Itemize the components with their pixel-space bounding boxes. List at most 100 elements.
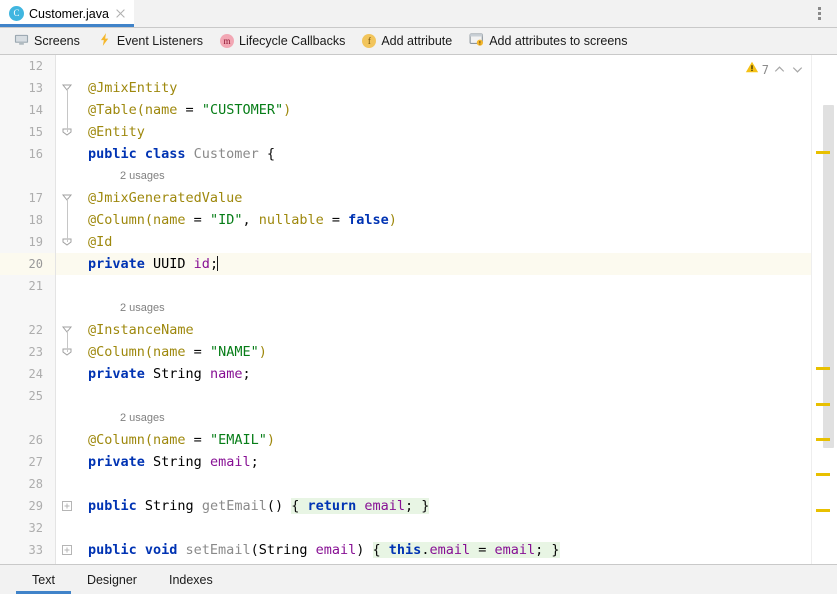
code-token: ; xyxy=(242,366,251,382)
tab-designer-label: Designer xyxy=(86,572,137,587)
code-token: String xyxy=(153,366,210,382)
code-token: name xyxy=(144,102,178,118)
line-number-26: 26 xyxy=(0,429,55,451)
toolbar-item-add-attributes-to-screens[interactable]: Add attributes to screens xyxy=(469,32,628,50)
code-line-16: public class Customer { xyxy=(78,143,837,165)
code-text-area[interactable]: @JmixEntity @Table(name = "CUSTOMER") @Ent… xyxy=(78,55,837,564)
line-number-23: 23 xyxy=(0,341,55,363)
code-token: getEmail xyxy=(201,498,267,514)
code-token: public void xyxy=(88,542,186,558)
line-number-label: 17 xyxy=(28,191,43,205)
line-number-gutter[interactable]: 12 13 14 15 16 17 18 19 20 21 22 23 24 25 26 27 28 29 32 33 xyxy=(0,55,56,564)
code-folding-gutter[interactable] xyxy=(56,55,78,564)
warning-marker-4[interactable] xyxy=(816,438,830,442)
code-token: ; xyxy=(250,454,259,470)
code-token: email xyxy=(209,454,251,470)
line-number-blank xyxy=(0,407,55,429)
line-number-label: 15 xyxy=(28,125,43,139)
line-number-33: 33 xyxy=(0,539,55,561)
fold-slot xyxy=(56,429,78,451)
warning-triangle-icon xyxy=(745,60,759,79)
editor-tab-bar: C Customer.java xyxy=(0,0,837,28)
toolbar-item-lifecycle-callbacks[interactable]: m Lifecycle Callbacks xyxy=(220,34,345,48)
tab-text-label: Text xyxy=(32,572,55,587)
fold-region-line xyxy=(67,330,68,352)
code-token: email xyxy=(315,542,357,558)
tab-indexes[interactable]: Indexes xyxy=(153,565,229,594)
vertical-scrollbar-thumb[interactable] xyxy=(823,105,834,449)
toolbar-item-lifecycle-callbacks-label: Lifecycle Callbacks xyxy=(239,34,346,48)
warning-marker-5[interactable] xyxy=(816,473,830,477)
editor-marker-scrollbar[interactable] xyxy=(811,55,837,564)
line-number-16: 16 xyxy=(0,143,55,165)
code-token: UUID xyxy=(153,256,194,272)
tab-text[interactable]: Text xyxy=(16,565,71,594)
code-token: @Column( xyxy=(88,432,154,448)
fold-slot xyxy=(56,297,78,319)
code-token: @InstanceName xyxy=(88,322,194,338)
tab-designer[interactable]: Designer xyxy=(71,565,153,594)
fold-slot[interactable] xyxy=(56,495,78,517)
line-number-label: 28 xyxy=(28,477,43,491)
code-line-24: private String name; xyxy=(78,363,837,385)
line-number-13: 13 xyxy=(0,77,55,99)
toolbar-item-screens[interactable]: Screens xyxy=(14,32,80,50)
code-token: email xyxy=(429,542,471,558)
expand-plus-icon[interactable] xyxy=(61,500,73,512)
warning-marker-1[interactable] xyxy=(816,150,830,154)
code-token: name xyxy=(153,432,186,448)
toolbar-item-event-listeners-label: Event Listeners xyxy=(116,34,204,48)
code-token: = xyxy=(185,212,210,228)
warning-marker-6[interactable] xyxy=(816,508,830,512)
code-token: "EMAIL" xyxy=(209,432,267,448)
line-number-28: 28 xyxy=(0,473,55,495)
fold-slot xyxy=(56,407,78,429)
line-number-15: 15 xyxy=(0,121,55,143)
usages-inlay-hint[interactable]: 2 usages xyxy=(78,297,837,319)
chevron-up-icon[interactable] xyxy=(772,62,787,77)
code-token: ) xyxy=(258,344,267,360)
toolbar-item-add-attribute[interactable]: f Add attribute xyxy=(362,34,452,48)
line-number-21: 21 xyxy=(0,275,55,297)
fold-slot xyxy=(56,363,78,385)
fold-slot[interactable] xyxy=(56,539,78,561)
warning-marker-2[interactable] xyxy=(816,367,830,371)
code-token: email xyxy=(364,498,406,514)
code-token: name xyxy=(153,212,186,228)
code-line-15: @Entity xyxy=(78,121,837,143)
code-token: ; } xyxy=(405,498,430,514)
usages-inlay-hint[interactable]: 2 usages xyxy=(78,407,837,429)
line-number-label: 12 xyxy=(28,59,43,73)
toolbar-item-add-attribute-label: Add attribute xyxy=(381,34,453,48)
more-options-icon[interactable] xyxy=(807,0,831,27)
chevron-down-icon[interactable] xyxy=(790,62,805,77)
code-line-23: @Column(name = "NAME") xyxy=(78,341,837,363)
usages-inlay-hint[interactable]: 2 usages xyxy=(78,165,837,187)
code-token: ) xyxy=(283,102,292,118)
fold-region-line xyxy=(67,88,68,132)
line-number-blank xyxy=(0,297,55,319)
inspection-widget[interactable]: 7 xyxy=(742,59,807,80)
code-token: , xyxy=(242,212,259,228)
line-number-12: 12 xyxy=(0,55,55,77)
line-number-label: 25 xyxy=(28,389,43,403)
code-token: @Table( xyxy=(88,102,145,118)
code-token: = xyxy=(470,542,495,558)
editor-tab-customer-java[interactable]: C Customer.java xyxy=(0,0,134,27)
expand-plus-icon[interactable] xyxy=(61,544,73,556)
code-token: ) xyxy=(388,212,397,228)
code-editor[interactable]: 12 13 14 15 16 17 18 19 20 21 22 23 24 25 26 27 28 29 32 33… xyxy=(0,55,837,564)
code-token: @Column( xyxy=(88,344,154,360)
close-icon[interactable] xyxy=(114,7,127,20)
code-line-29: public String getEmail() { return email;… xyxy=(78,495,837,517)
fold-slot xyxy=(56,451,78,473)
warning-marker-3[interactable] xyxy=(816,402,830,406)
code-token: { xyxy=(372,542,389,558)
add-attributes-to-screens-icon xyxy=(469,32,484,50)
line-number-label: 13 xyxy=(28,81,43,95)
toolbar-item-event-listeners[interactable]: Event Listeners xyxy=(97,32,203,50)
screens-monitor-icon xyxy=(14,32,29,50)
code-token: nullable xyxy=(258,212,324,228)
